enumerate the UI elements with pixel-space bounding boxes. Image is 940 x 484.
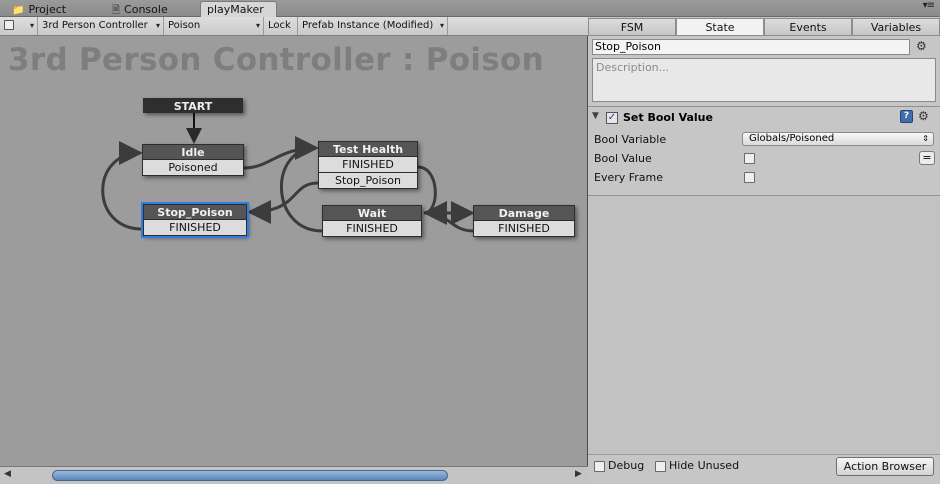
bool-variable-select[interactable]: Globals/Poisoned ⇕ xyxy=(742,132,934,146)
window-tab-strip: 📁 Project 🗎 Console playMaker ▾≡ xyxy=(0,0,940,18)
playmaker-toolbar: ▾ 3rd Person Controller ▾ Poison ▾ Lock … xyxy=(0,17,588,36)
inspector-empty-area xyxy=(588,196,940,454)
state-node-stop-poison[interactable]: Stop_Poison FINISHED xyxy=(141,202,249,238)
collapse-arrow-icon[interactable]: ▼ xyxy=(592,111,599,121)
inspector-footer: Debug Hide Unused Action Browser xyxy=(588,454,940,484)
debug-checkbox[interactable] xyxy=(594,461,605,472)
transition-damage-finished xyxy=(423,201,475,233)
lock-label: Lock xyxy=(268,20,291,31)
tab-variables[interactable]: Variables xyxy=(852,18,940,36)
lock-toggle[interactable]: Lock xyxy=(264,17,298,35)
transition-label[interactable]: Poisoned xyxy=(142,160,244,176)
hide-unused-checkbox[interactable] xyxy=(655,461,666,472)
every-frame-checkbox[interactable] xyxy=(744,172,755,183)
start-node[interactable]: START xyxy=(143,98,243,113)
dropdown-arrow-icon: ▾ xyxy=(255,21,260,30)
fsm-select[interactable]: Poison ▾ xyxy=(164,17,264,35)
state-node-test-health[interactable]: Test Health FINISHED Stop_Poison xyxy=(318,141,418,189)
bool-value-row: Bool Value = xyxy=(594,150,936,168)
transition-label[interactable]: FINISHED xyxy=(473,221,575,237)
prefab-select[interactable]: Prefab Instance (Modified) ▾ xyxy=(298,17,448,35)
action-enabled-checkbox[interactable]: ✓ xyxy=(606,112,618,124)
scrollbar-thumb[interactable] xyxy=(52,470,448,481)
bool-variable-value: Globals/Poisoned xyxy=(749,133,835,144)
transition-label[interactable]: FINISHED xyxy=(322,221,422,237)
folder-icon: 📁 xyxy=(12,5,25,16)
every-frame-label: Every Frame xyxy=(594,171,664,184)
transition-lines xyxy=(101,113,475,233)
inspector-panel: FSM State Events Variables Stop_Poison ⚙… xyxy=(588,17,940,484)
action-header[interactable]: ▼ ✓ Set Bool Value ? ⚙ xyxy=(588,107,940,129)
scroll-left-icon[interactable]: ◀ xyxy=(4,469,11,479)
fsm-graph-canvas[interactable]: 3rd Person Controller : Poison START Idl… xyxy=(0,36,588,466)
state-name: Stop_Poison xyxy=(143,204,247,220)
transition-label[interactable]: FINISHED xyxy=(143,220,247,236)
state-node-wait[interactable]: Wait FINISHED xyxy=(322,205,422,237)
gear-icon[interactable]: ⚙ xyxy=(918,109,929,123)
every-frame-row: Every Frame xyxy=(594,169,936,187)
dropdown-arrow-icon: ▾ xyxy=(439,21,444,30)
tab-events[interactable]: Events xyxy=(764,18,852,36)
variable-toggle-icon[interactable]: = xyxy=(919,151,935,165)
dropdown-arrow-icon: ▾ xyxy=(155,21,160,30)
prefab-select-value: Prefab Instance (Modified) xyxy=(302,20,434,31)
window-tab-label: Project xyxy=(28,3,67,16)
state-node-damage[interactable]: Damage FINISHED xyxy=(473,205,575,237)
window-tab-console[interactable]: 🗎 Console xyxy=(106,2,168,17)
gear-icon[interactable]: ⚙ xyxy=(916,39,927,53)
state-name-field[interactable]: Stop_Poison xyxy=(592,39,910,55)
state-name: Test Health xyxy=(318,141,418,157)
dropdown-arrow-icon: ▾ xyxy=(29,21,34,30)
inspector-tabs: FSM State Events Variables xyxy=(588,17,940,37)
updown-arrow-icon: ⇕ xyxy=(922,134,929,143)
horizontal-scrollbar[interactable]: ◀ ▶ xyxy=(0,466,588,484)
state-name: Damage xyxy=(473,205,575,221)
state-name: Wait xyxy=(322,205,422,221)
scroll-right-icon[interactable]: ▶ xyxy=(575,469,582,479)
bool-value-checkbox[interactable] xyxy=(744,153,755,164)
description-field[interactable]: Description... xyxy=(592,58,936,102)
fsm-select-value: Poison xyxy=(168,20,201,31)
state-node-idle[interactable]: Idle Poisoned xyxy=(142,144,244,176)
start-label: START xyxy=(143,98,243,113)
action-browser-button[interactable]: Action Browser xyxy=(836,457,934,476)
square-icon xyxy=(4,20,14,30)
state-name: Idle xyxy=(142,144,244,160)
hide-unused-label: Hide Unused xyxy=(669,459,740,472)
transition-test-stop xyxy=(247,181,319,224)
console-icon: 🗎 xyxy=(112,5,121,16)
transition-label[interactable]: FINISHED xyxy=(318,157,418,173)
transition-stop-finished xyxy=(101,141,143,231)
window-tab-playmaker[interactable]: playMaker xyxy=(200,1,277,18)
tab-state[interactable]: State xyxy=(676,18,764,36)
tab-fsm[interactable]: FSM xyxy=(588,18,676,36)
action-title: Set Bool Value xyxy=(623,111,713,124)
window-menu-icon[interactable]: ▾≡ xyxy=(923,0,935,11)
window-tab-label: playMaker xyxy=(207,3,264,16)
window-tab-label: Console xyxy=(124,3,168,16)
bool-variable-row: Bool Variable Globals/Poisoned ⇕ xyxy=(594,131,936,149)
help-icon[interactable]: ? xyxy=(900,110,913,123)
window-tab-project[interactable]: 📁 Project xyxy=(6,2,66,17)
bool-variable-label: Bool Variable xyxy=(594,133,667,146)
selection-dropdown[interactable]: ▾ xyxy=(0,17,38,35)
debug-label: Debug xyxy=(608,459,645,472)
transition-label[interactable]: Stop_Poison xyxy=(318,173,418,189)
object-select-value: 3rd Person Controller xyxy=(42,20,148,31)
bool-value-label: Bool Value xyxy=(594,152,652,165)
object-select[interactable]: 3rd Person Controller ▾ xyxy=(38,17,164,35)
